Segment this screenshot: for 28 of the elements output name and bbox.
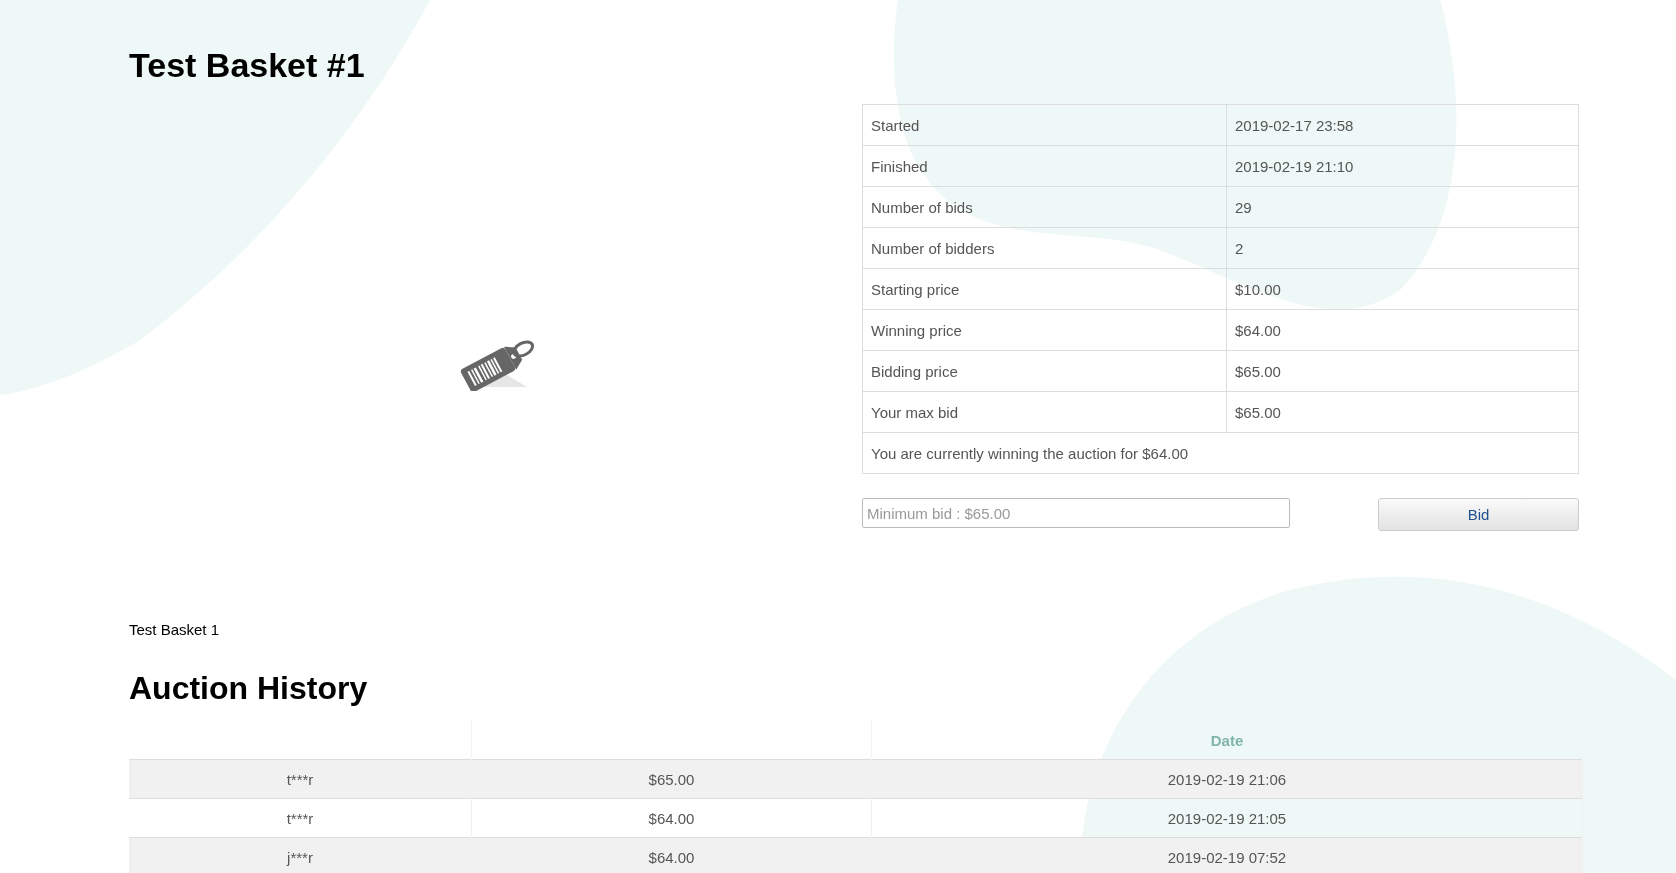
table-cell: t***r <box>129 759 472 799</box>
detail-label: Starting price <box>862 268 1227 310</box>
detail-label: Your max bid <box>862 391 1227 433</box>
detail-value: $65.00 <box>1226 350 1579 392</box>
detail-value: 2019-02-19 21:10 <box>1226 145 1579 187</box>
table-cell: $64.00 <box>471 837 872 873</box>
status-message: You are currently winning the auction for $64.00 <box>862 432 1579 474</box>
detail-value: 2019-02-17 23:58 <box>1226 104 1579 146</box>
detail-value: 29 <box>1226 186 1579 228</box>
detail-label: Bidding price <box>862 350 1227 392</box>
section-heading: Auction History <box>129 670 368 707</box>
table-cell: 2019-02-19 07:52 <box>871 837 1583 873</box>
detail-label: Finished <box>862 145 1227 187</box>
detail-value: $65.00 <box>1226 391 1579 433</box>
detail-label: Started <box>862 104 1227 146</box>
detail-label: Number of bids <box>862 186 1227 228</box>
detail-value: $64.00 <box>1226 309 1579 351</box>
bid-input-field[interactable]: Minimum bid : $65.00 <box>862 498 1290 528</box>
detail-value: $10.00 <box>1226 268 1579 310</box>
table-cell: 2019-02-19 21:06 <box>871 759 1583 799</box>
item-description: Test Basket 1 <box>129 621 220 638</box>
page-title: Test Basket #1 <box>129 46 365 86</box>
table-cell: $65.00 <box>471 759 872 799</box>
detail-label: Number of bidders <box>862 227 1227 269</box>
detail-label: Winning price <box>862 309 1227 351</box>
detail-value: 2 <box>1226 227 1579 269</box>
bid-button[interactable]: Bid <box>1378 498 1579 531</box>
table-cell: j***r <box>129 837 472 873</box>
